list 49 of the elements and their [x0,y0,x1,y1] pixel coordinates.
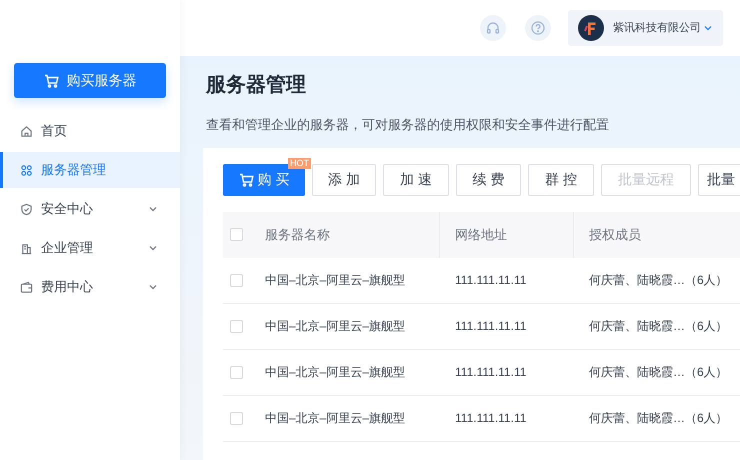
sidebar-item[interactable]: 安全中心 [0,191,180,227]
sidebar-item[interactable]: 费用中心 [0,269,180,305]
table-cell: 111.111.11.11 [455,365,526,379]
shield-icon [20,202,33,216]
table-cell: 111.111.11.11 [455,319,526,333]
chevron-down-icon [148,282,158,292]
table-cell: 中国–北京–阿里云–旗舰型 [265,273,406,287]
toolbar-button[interactable]: 添 加 [312,164,376,196]
cart-icon [238,172,254,186]
building-icon [20,242,33,254]
chevron-down-icon [703,23,713,33]
column-header: 服务器名称 [265,226,330,244]
hot-badge: HOT [288,158,311,168]
table-cell: 中国–北京–阿里云–旗舰型 [265,365,406,379]
checkbox[interactable] [230,274,243,286]
column-header: 网络地址 [455,226,507,244]
toolbar-button[interactable]: 群 控 [528,164,594,196]
chevron-down-icon [148,204,158,214]
buy-server-button[interactable]: 购买服务器 [14,63,166,98]
help-icon[interactable] [525,15,551,41]
company-dropdown[interactable]: 紫讯科技有限公司 [568,10,723,46]
checkbox[interactable] [230,412,243,424]
column-header: 授权成员 [589,226,641,244]
sidebar-item[interactable]: 企业管理 [0,230,180,266]
sidebar-item[interactable]: 首页 [0,113,180,149]
headset-icon[interactable] [480,15,506,41]
table-cell: 111.111.11.11 [455,273,526,287]
toolbar-button[interactable]: 加 速 [383,164,449,196]
checkbox[interactable] [230,366,243,378]
table-cell: 中国–北京–阿里云–旗舰型 [265,411,406,425]
grid-icon [20,164,33,176]
home-icon [20,124,33,138]
table-cell: 何庆蕾、陆晓霞…（6人） [589,319,728,333]
cart-icon [44,74,58,88]
table-cell: 何庆蕾、陆晓霞…（6人） [589,365,728,379]
table-cell: 何庆蕾、陆晓霞…（6人） [589,273,728,287]
wallet-icon [20,280,33,294]
toolbar-button[interactable]: 批量 [698,164,740,196]
page-description: 查看和管理企业的服务器，可对服务器的使用权限和安全事件进行配置 [206,116,610,134]
table-cell: 111.111.11.11 [455,411,526,425]
page-title: 服务器管理 [206,73,307,98]
table-cell: 中国–北京–阿里云–旗舰型 [265,319,406,333]
checkbox[interactable] [230,320,243,332]
toolbar-button[interactable]: 续 费 [456,164,521,196]
table-cell: 何庆蕾、陆晓霞…（6人） [589,411,728,425]
checkbox[interactable] [230,228,243,241]
logo-icon [578,15,604,41]
sidebar-item[interactable]: 服务器管理 [0,152,180,188]
chevron-down-icon [148,243,158,253]
